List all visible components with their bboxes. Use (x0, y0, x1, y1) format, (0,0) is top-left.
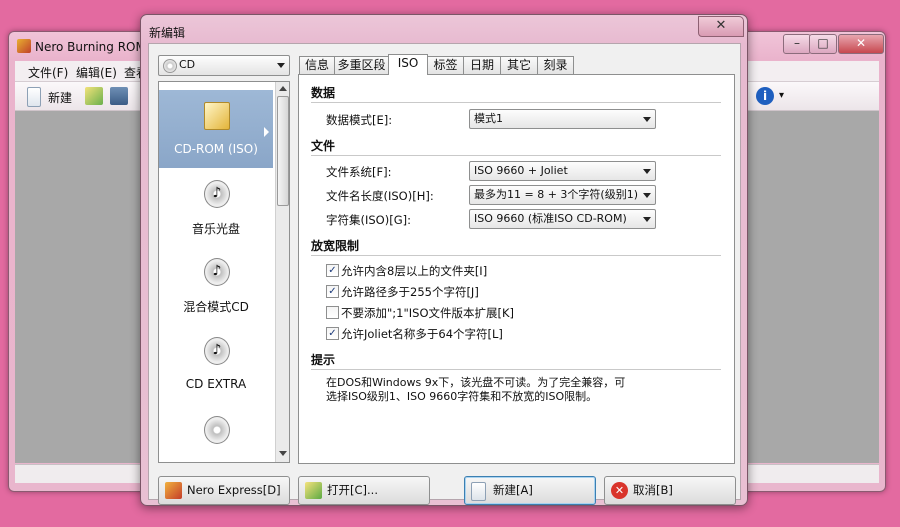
tab-misc[interactable]: 其它 (500, 56, 538, 74)
hint-line-1: 在DOS和Windows 9x下，该光盘不可读。为了完全兼容，可 (326, 376, 626, 389)
media-type-select[interactable]: CD (158, 55, 290, 76)
list-scrollbar[interactable] (275, 82, 289, 462)
divider (311, 369, 721, 370)
filesystem-select[interactable]: ISO 9660 + Joliet (469, 161, 656, 181)
list-item-label: 混合模式CD (183, 300, 249, 314)
charset-select[interactable]: ISO 9660 (标准ISO CD-ROM) (469, 209, 656, 229)
button-label: 打开[C]... (327, 483, 378, 497)
section-hint: 提示 (311, 353, 336, 367)
menu-edit[interactable]: 编辑(E) (76, 64, 117, 81)
maximize-button[interactable]: □ (809, 34, 837, 54)
open-icon[interactable] (85, 87, 103, 105)
scroll-down-icon[interactable] (279, 451, 287, 456)
list-item-label: 音乐光盘 (191, 222, 240, 236)
section-file: 文件 (311, 139, 336, 153)
minimize-button[interactable]: – (783, 34, 811, 54)
section-relax: 放宽限制 (311, 239, 360, 253)
chevron-down-icon (643, 117, 651, 122)
data-mode-value: 模式1 (474, 112, 503, 125)
option-label: 不要添加";1"ISO文件版本扩展[K] (341, 306, 515, 320)
cdrom-iso-icon (204, 102, 230, 130)
mixed-mode-cd-icon: ♪ (204, 258, 230, 286)
list-item-audio-cd[interactable]: ♪ 音乐光盘 (159, 168, 273, 246)
list-item-label: CD-ROM (ISO) (174, 142, 258, 156)
tab-multisession[interactable]: 多重区段 (334, 56, 389, 74)
open-folder-icon (305, 482, 322, 499)
main-window-title: Nero Burning ROM (35, 40, 146, 54)
chevron-down-icon (643, 217, 651, 222)
checkbox-unchecked[interactable] (326, 306, 339, 319)
list-item-cd-extra[interactable]: ♪ CD EXTRA (159, 325, 273, 403)
disc-icon (163, 59, 177, 73)
divider (311, 102, 721, 103)
cancel-button[interactable]: ✕ 取消[B] (604, 476, 736, 505)
data-mode-label: 数据模式[E]: (326, 113, 393, 127)
scroll-up-icon[interactable] (279, 86, 287, 91)
list-item-mixed-mode-cd[interactable]: ♪ 混合模式CD (159, 246, 273, 324)
button-label: 取消[B] (633, 483, 673, 497)
info-icon[interactable]: i (756, 87, 774, 105)
dialog-close-button[interactable]: ✕ (698, 16, 744, 37)
divider (311, 255, 721, 256)
button-label: Nero Express[D] (187, 483, 281, 497)
tab-date[interactable]: 日期 (463, 56, 501, 74)
dialog-title: 新编辑 (149, 26, 186, 40)
option-label: 允许Joliet名称多于64个字符[L] (341, 327, 503, 341)
checkbox-checked[interactable]: ✓ (326, 327, 339, 340)
selected-arrow-icon (264, 127, 269, 137)
iso-tab-panel: 数据 数据模式[E]: 模式1 文件 文件系统[F]: ISO 9660 + J… (298, 74, 735, 464)
cancel-icon: ✕ (611, 482, 628, 499)
new-compilation-dialog: 新编辑 ✕ CD CD-ROM (ISO) ♪ 音乐光盘 ♪ 混合模式CD ♪ … (140, 14, 748, 506)
new-document-icon[interactable] (27, 87, 41, 107)
option-label: 允许内含8层以上的文件夹[I] (341, 264, 488, 278)
open-button[interactable]: 打开[C]... (298, 476, 430, 505)
tab-label[interactable]: 标签 (427, 56, 464, 74)
chevron-down-icon (643, 193, 651, 198)
filename-length-label: 文件名长度(ISO)[H]: (326, 189, 434, 203)
charset-label: 字符集(ISO)[G]: (326, 213, 411, 227)
tab-info[interactable]: 信息 (299, 56, 335, 74)
compilation-type-list: CD-ROM (ISO) ♪ 音乐光盘 ♪ 混合模式CD ♪ CD EXTRA (158, 81, 290, 463)
button-label: 新建[A] (493, 483, 533, 497)
hint-line-2: 选择ISO级别1、ISO 9660字符集和不放宽的ISO限制。 (326, 390, 598, 403)
checkbox-checked[interactable]: ✓ (326, 264, 339, 277)
audio-cd-icon: ♪ (204, 180, 230, 208)
filename-length-select[interactable]: 最多为11 = 8 + 3个字符(级别1) (469, 185, 656, 205)
chevron-down-icon (643, 169, 651, 174)
cd-extra-icon: ♪ (204, 337, 230, 365)
save-icon[interactable] (110, 87, 128, 105)
nero-app-icon (17, 39, 31, 53)
filesystem-label: 文件系统[F]: (326, 165, 392, 179)
filename-length-value: 最多为11 = 8 + 3个字符(级别1) (474, 188, 638, 201)
toolbar-new-label[interactable]: 新建 (48, 89, 72, 106)
media-type-value: CD (179, 58, 196, 71)
data-mode-select[interactable]: 模式1 (469, 109, 656, 129)
charset-value: ISO 9660 (标准ISO CD-ROM) (474, 212, 627, 225)
toolbar-overflow-icon[interactable]: ▾ (779, 90, 784, 101)
scrollbar-thumb[interactable] (277, 96, 289, 206)
list-item-cdrom-iso[interactable]: CD-ROM (ISO) (159, 90, 273, 168)
dialog-body: CD CD-ROM (ISO) ♪ 音乐光盘 ♪ 混合模式CD ♪ CD EXT… (148, 43, 741, 505)
option-label: 允许路径多于255个字符[J] (341, 285, 479, 299)
nero-express-button[interactable]: Nero Express[D] (158, 476, 290, 505)
section-data: 数据 (311, 86, 336, 100)
main-close-button[interactable]: ✕ (838, 34, 884, 54)
list-item-more[interactable] (159, 404, 273, 462)
menu-file[interactable]: 文件(F) (28, 64, 68, 81)
cd-icon (204, 416, 230, 444)
filesystem-value: ISO 9660 + Joliet (474, 164, 568, 177)
new-button[interactable]: 新建[A] (464, 476, 596, 505)
new-document-icon (471, 482, 486, 501)
tab-iso[interactable]: ISO (388, 54, 428, 75)
checkbox-checked[interactable]: ✓ (326, 285, 339, 298)
tab-burn[interactable]: 刻录 (537, 56, 574, 74)
chevron-down-icon (277, 63, 285, 68)
divider (311, 155, 721, 156)
nero-express-icon (165, 482, 182, 499)
list-item-label: CD EXTRA (185, 377, 247, 391)
